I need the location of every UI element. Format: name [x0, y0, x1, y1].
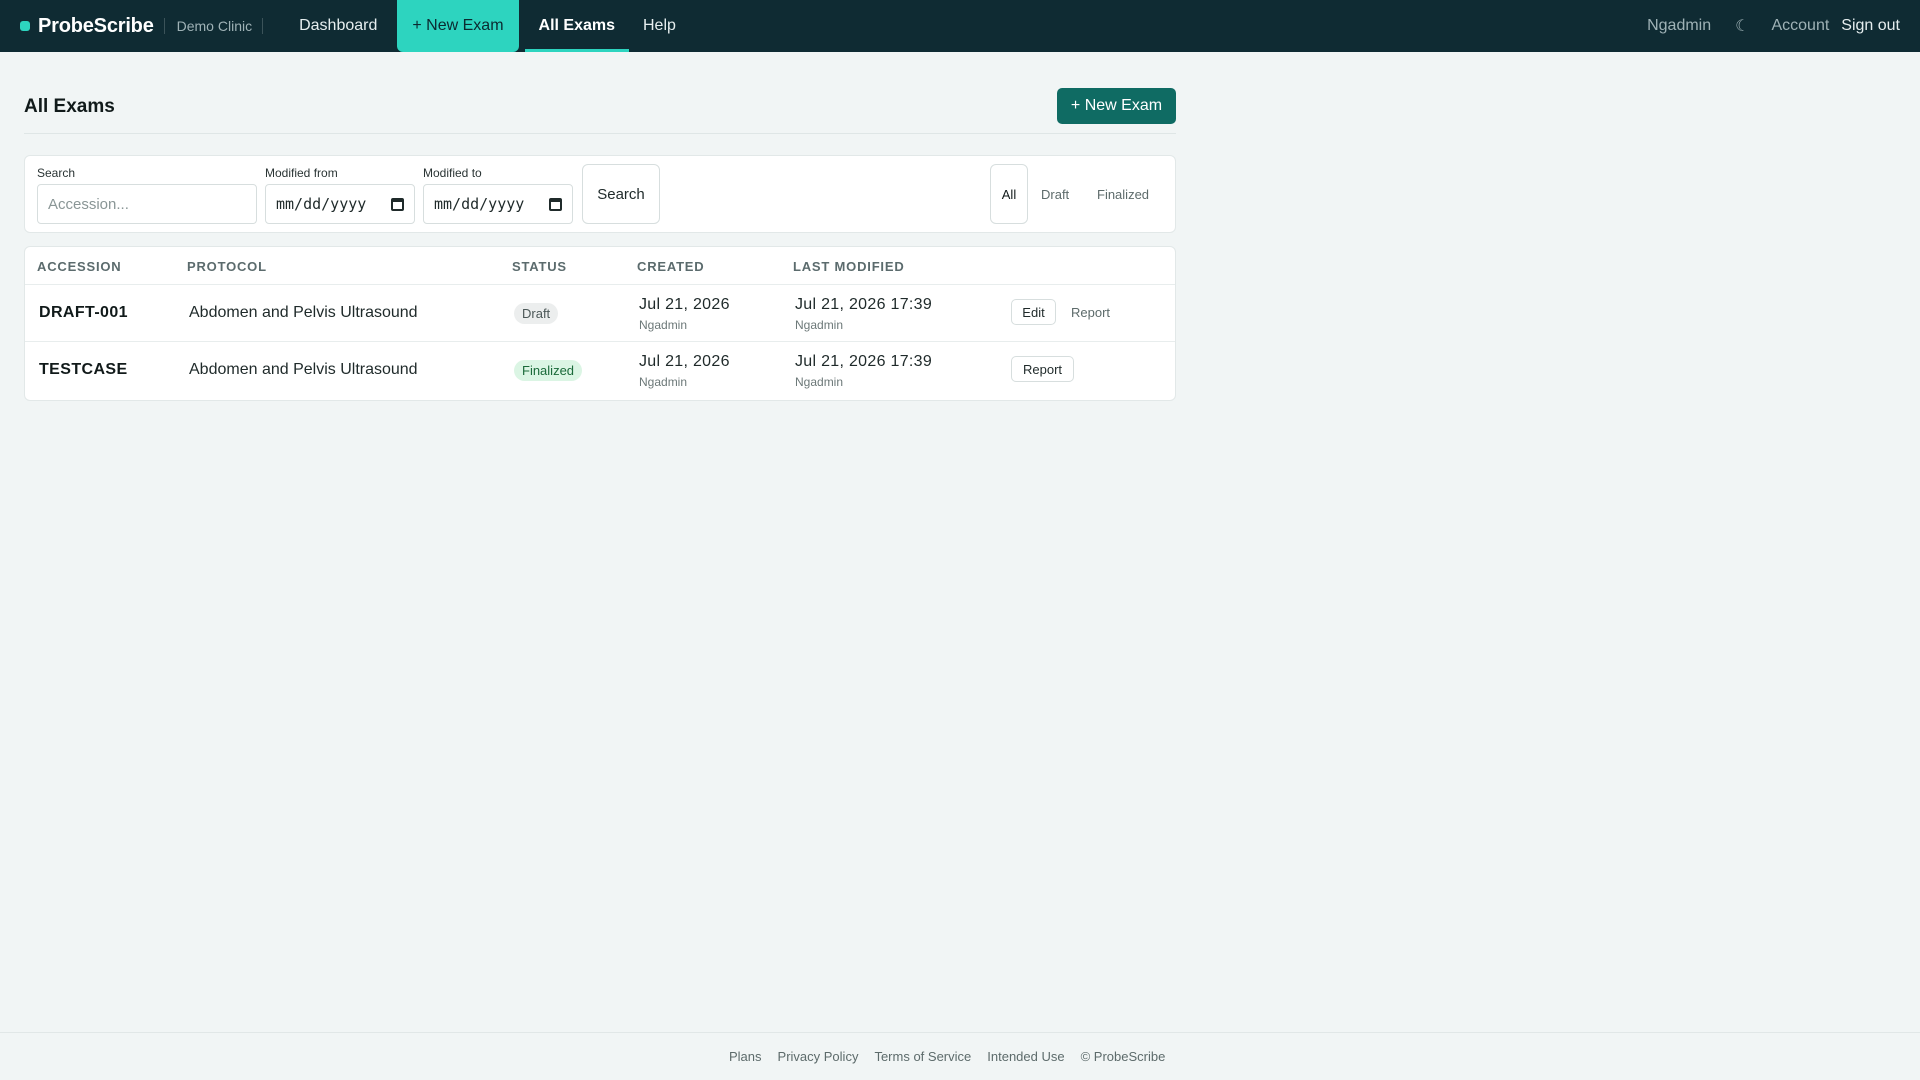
created-by: Ngadmin — [639, 375, 688, 389]
protocol-cell: Abdomen and Pelvis Ultrasound — [189, 361, 418, 378]
footer-divider — [0, 1032, 1920, 1033]
clinic-name: Demo Clinic — [176, 18, 253, 34]
created-by: Ngadmin — [639, 318, 688, 332]
nav-all-exams[interactable]: All Exams — [524, 0, 630, 52]
calendar-icon[interactable] — [549, 197, 562, 211]
table-row[interactable]: DRAFT-001 Abdomen and Pelvis Ultrasound … — [25, 284, 1175, 341]
created-date: Jul 21, 2026 — [639, 353, 730, 370]
status-tab-all[interactable]: All — [990, 164, 1028, 224]
edit-button[interactable]: Edit — [1011, 299, 1056, 325]
brand[interactable]: ProbeScribe — [20, 15, 154, 38]
status-badge: Draft — [514, 303, 559, 324]
new-exam-button[interactable]: + New Exam — [1057, 88, 1176, 124]
modified-to-value: mm/dd/yyyy — [434, 195, 525, 213]
modified-by: Ngadmin — [795, 318, 844, 332]
exams-table: ACCESSION PROTOCOL STATUS CREATED LAST M… — [24, 246, 1176, 401]
theme-toggle-moon-icon[interactable]: ☾ — [1735, 16, 1749, 36]
column-header-last-modified[interactable]: LAST MODIFIED — [793, 259, 905, 274]
modified-to-date-input[interactable]: mm/dd/yyyy — [423, 184, 573, 224]
table-row[interactable]: TESTCASE Abdomen and Pelvis Ultrasound F… — [25, 341, 1175, 398]
protocol-cell: Abdomen and Pelvis Ultrasound — [189, 304, 418, 321]
divider — [262, 18, 264, 34]
top-nav: ProbeScribe Demo Clinic Dashboard + New … — [0, 0, 1920, 52]
modified-from-date-input[interactable]: mm/dd/yyyy — [265, 184, 415, 224]
search-button[interactable]: Search — [582, 164, 660, 224]
nav-dashboard[interactable]: Dashboard — [285, 0, 391, 52]
filter-panel: Search Accession... Modified from mm/dd/… — [24, 155, 1176, 233]
created-date: Jul 21, 2026 — [639, 296, 730, 313]
status-badge: Finalized — [514, 360, 583, 381]
report-button[interactable]: Report — [1011, 356, 1074, 382]
column-header-protocol[interactable]: PROTOCOL — [187, 259, 267, 274]
divider — [163, 18, 165, 34]
footer-link-plans[interactable]: Plans — [729, 1049, 762, 1064]
user-name: Ngadmin — [1647, 17, 1712, 34]
footer-link-intended-use[interactable]: Intended Use — [987, 1049, 1064, 1064]
footer-copyright: © ProbeScribe — [1080, 1049, 1166, 1064]
status-tab-draft[interactable]: Draft — [1041, 164, 1069, 224]
brand-name[interactable]: ProbeScribe — [38, 15, 154, 38]
search-label: Search — [37, 166, 76, 180]
header-divider — [24, 133, 1176, 134]
accession-cell[interactable]: TESTCASE — [39, 361, 128, 379]
report-link[interactable]: Report — [1071, 305, 1110, 320]
nav-help[interactable]: Help — [629, 0, 690, 52]
modified-by: Ngadmin — [795, 375, 844, 389]
modified-to-label: Modified to — [423, 166, 482, 180]
nav-user-area: Ngadmin ☾ Account Sign out — [1647, 16, 1900, 36]
column-header-status[interactable]: STATUS — [512, 259, 567, 274]
sign-out-link[interactable]: Sign out — [1841, 17, 1900, 35]
column-header-accession[interactable]: ACCESSION — [37, 259, 122, 274]
accession-cell[interactable]: DRAFT-001 — [39, 304, 128, 322]
calendar-icon[interactable] — [391, 197, 404, 211]
footer-link-privacy[interactable]: Privacy Policy — [778, 1049, 859, 1064]
footer: Plans Privacy Policy Terms of Service In… — [729, 1049, 1181, 1064]
column-header-created[interactable]: CREATED — [637, 259, 704, 274]
nav-new-exam-button[interactable]: + New Exam — [397, 0, 519, 52]
modified-date: Jul 21, 2026 17:39 — [795, 353, 933, 370]
page-title: All Exams — [24, 96, 115, 117]
account-link[interactable]: Account — [1771, 17, 1829, 35]
status-tab-finalized[interactable]: Finalized — [1097, 164, 1149, 224]
footer-link-terms[interactable]: Terms of Service — [874, 1049, 971, 1064]
modified-date: Jul 21, 2026 17:39 — [795, 296, 933, 313]
modified-from-label: Modified from — [265, 166, 338, 180]
brand-logo-icon — [20, 21, 30, 31]
search-input[interactable]: Accession... — [37, 184, 257, 224]
modified-from-value: mm/dd/yyyy — [276, 195, 367, 213]
